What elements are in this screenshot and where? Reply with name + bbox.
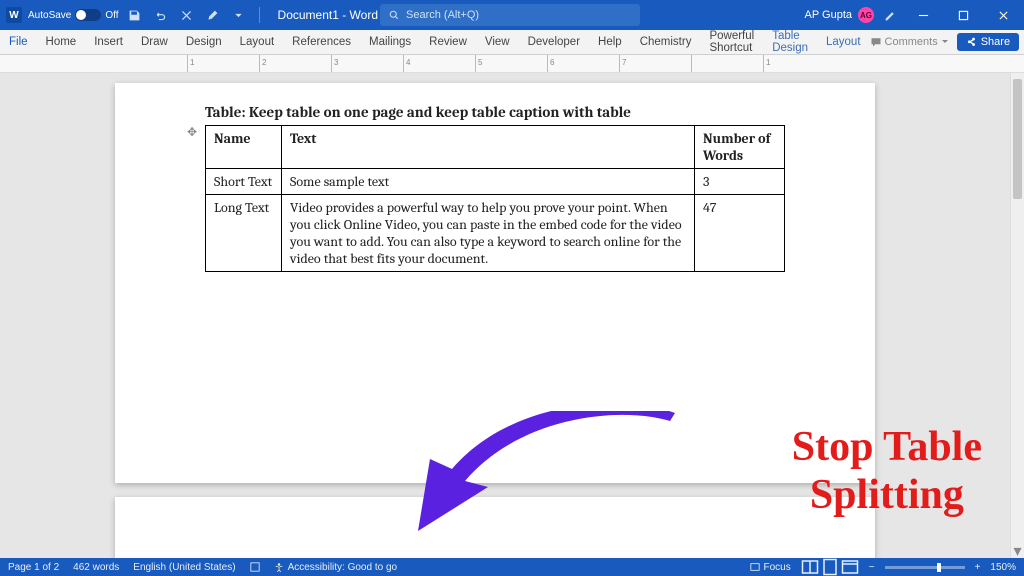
- focus-mode-button[interactable]: Focus: [750, 562, 791, 573]
- ruler-tick: 1: [763, 55, 835, 72]
- vertical-scrollbar[interactable]: ▾: [1010, 73, 1024, 558]
- annotation-arrow-icon: [410, 411, 680, 541]
- table-move-handle-icon[interactable]: ✥: [187, 125, 197, 139]
- annotation-text: Stop Table Splitting: [792, 423, 982, 520]
- scroll-down-icon[interactable]: ▾: [1011, 544, 1024, 558]
- ruler-tick: 7: [619, 55, 691, 72]
- ruler-tick: 2: [259, 55, 331, 72]
- zoom-out-button[interactable]: −: [869, 562, 875, 573]
- document-title: Document1 - Word: [278, 8, 378, 22]
- cell-num[interactable]: 47: [695, 195, 785, 272]
- ruler-tick: 4: [403, 55, 475, 72]
- tab-mailings[interactable]: Mailings: [360, 30, 420, 54]
- autosave-switch-icon[interactable]: [75, 9, 101, 21]
- annotation-line2: Splitting: [792, 471, 982, 519]
- annotation-line1: Stop Table: [792, 423, 982, 471]
- search-input[interactable]: Search (Alt+Q): [380, 4, 640, 26]
- web-layout-icon[interactable]: [841, 560, 859, 574]
- zoom-in-button[interactable]: +: [975, 562, 981, 573]
- close-button[interactable]: [986, 0, 1020, 30]
- cell-name[interactable]: Short Text: [206, 169, 282, 195]
- cell-num[interactable]: 3: [695, 169, 785, 195]
- status-macro-icon[interactable]: [250, 562, 260, 572]
- read-mode-icon[interactable]: [801, 560, 819, 574]
- tab-view[interactable]: View: [476, 30, 519, 54]
- tab-insert[interactable]: Insert: [85, 30, 132, 54]
- share-button[interactable]: Share: [957, 33, 1019, 51]
- tab-table-design[interactable]: Table Design: [763, 30, 817, 54]
- cell-text[interactable]: Video provides a powerful way to help yo…: [282, 195, 695, 272]
- status-accessibility[interactable]: Accessibility: Good to go: [274, 562, 398, 573]
- cell-text[interactable]: Some sample text: [282, 169, 695, 195]
- ruler-tick: 5: [475, 55, 547, 72]
- autosave-toggle[interactable]: AutoSave Off: [28, 9, 119, 21]
- tab-developer[interactable]: Developer: [519, 30, 589, 54]
- header-text[interactable]: Text: [282, 126, 695, 169]
- ruler-tick: 1: [187, 55, 259, 72]
- accessibility-icon: [274, 562, 284, 572]
- word-app-icon: W: [6, 7, 22, 23]
- status-wordcount[interactable]: 462 words: [73, 562, 119, 573]
- tab-design[interactable]: Design: [177, 30, 231, 54]
- minimize-button[interactable]: [906, 0, 940, 30]
- search-placeholder: Search (Alt+Q): [406, 9, 479, 21]
- tab-chemistry[interactable]: Chemistry: [631, 30, 701, 54]
- autosave-label: AutoSave: [28, 10, 71, 21]
- tab-layout[interactable]: Layout: [231, 30, 284, 54]
- ruler-tick: 3: [331, 55, 403, 72]
- scrollbar-thumb[interactable]: [1013, 79, 1022, 199]
- tab-file[interactable]: File: [0, 30, 37, 54]
- tab-help[interactable]: Help: [589, 30, 631, 54]
- window-titlebar: W AutoSave Off Document1 - Word Search (…: [0, 0, 1024, 30]
- status-page[interactable]: Page 1 of 2: [8, 562, 59, 573]
- document-canvas[interactable]: ✥ Table: Keep table on one page and keep…: [0, 73, 1010, 558]
- tab-review[interactable]: Review: [420, 30, 476, 54]
- header-name[interactable]: Name: [206, 126, 282, 169]
- autosave-state: Off: [105, 10, 118, 21]
- maximize-button[interactable]: [946, 0, 980, 30]
- search-icon: [388, 9, 400, 21]
- separator: [259, 7, 260, 23]
- avatar[interactable]: AG: [858, 7, 874, 23]
- tab-references[interactable]: References: [283, 30, 360, 54]
- horizontal-ruler[interactable]: 1 2 3 4 5 6 7 1: [0, 55, 1024, 73]
- table-row[interactable]: Long Text Video provides a powerful way …: [206, 195, 785, 272]
- ribbon-tabs: File Home Insert Draw Design Layout Refe…: [0, 30, 1024, 55]
- table-caption[interactable]: Table: Keep table on one page and keep t…: [205, 103, 785, 121]
- ruler-tick: 6: [547, 55, 619, 72]
- tab-powerful-shortcut[interactable]: Powerful Shortcut: [700, 30, 763, 54]
- table-header-row[interactable]: Name Text Number of Words: [206, 126, 785, 169]
- header-number[interactable]: Number of Words: [695, 126, 785, 169]
- close-file-icon[interactable]: [177, 5, 197, 25]
- user-name[interactable]: AP Gupta: [805, 9, 853, 21]
- share-label: Share: [981, 36, 1010, 48]
- cell-name[interactable]: Long Text: [206, 195, 282, 272]
- qat-customize-icon[interactable]: [229, 5, 249, 25]
- status-bar: Page 1 of 2 462 words English (United St…: [0, 558, 1024, 576]
- save-icon[interactable]: [125, 5, 145, 25]
- zoom-slider[interactable]: [885, 566, 965, 569]
- chevron-down-icon: [941, 38, 949, 46]
- comments-label: Comments: [885, 36, 938, 48]
- status-language[interactable]: English (United States): [133, 562, 235, 573]
- comments-button[interactable]: Comments: [870, 36, 949, 48]
- tab-table-layout[interactable]: Layout: [817, 30, 870, 54]
- zoom-level[interactable]: 150%: [990, 562, 1016, 573]
- highlighter-icon[interactable]: [203, 5, 223, 25]
- undo-icon[interactable]: [151, 5, 171, 25]
- print-layout-icon[interactable]: [821, 560, 839, 574]
- document-table[interactable]: Name Text Number of Words Short Text Som…: [205, 125, 785, 272]
- table-row[interactable]: Short Text Some sample text 3: [206, 169, 785, 195]
- pen-icon[interactable]: [880, 5, 900, 25]
- tab-draw[interactable]: Draw: [132, 30, 177, 54]
- tab-home[interactable]: Home: [37, 30, 86, 54]
- view-mode-buttons: [801, 560, 859, 574]
- focus-icon: [750, 562, 760, 572]
